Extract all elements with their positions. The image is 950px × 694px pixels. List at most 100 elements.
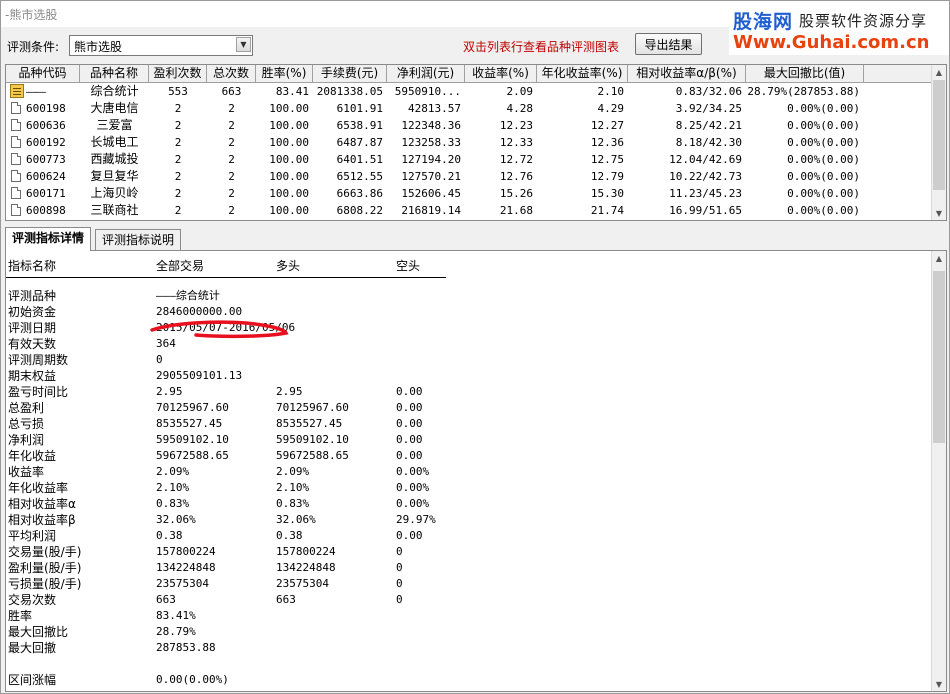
scrollbar-thumb[interactable] [933,271,945,443]
detail-header-short: 空头 [396,259,421,273]
table-row[interactable]: 600171 上海贝岭 2 2 100.00 6663.86 152606.45 15.26 1… [6,185,932,202]
cell-alpha-beta: 16.99/51.65 [669,204,742,217]
metric-all: 364 [156,337,176,350]
cell-annual: 12.27 [590,119,624,132]
scroll-down-icon[interactable]: ▼ [932,206,946,220]
cell-return: 12.23 [499,119,533,132]
condition-label: 评测条件: [7,40,60,54]
cell-profit: 152606.45 [401,187,461,200]
column-header-total[interactable]: 总次数 [207,65,256,82]
cell-drawdown: 0.00%(0.00) [787,136,860,149]
column-header-fee[interactable]: 手续费(元) [313,65,387,82]
metric-name: 净利润 [8,433,45,447]
cell-code: 600898 [26,204,66,217]
cell-fee: 6663.86 [336,187,383,200]
column-header-annual[interactable]: 年化收益率(%) [537,65,628,82]
metric-long: 0.38 [276,529,303,542]
cell-annual: 2.10 [597,85,625,98]
cell-win-count: 2 [174,204,182,217]
cell-win-count: 2 [174,136,182,149]
toolbar: 评测条件: 熊市选股 ▼ 双击列表行查看品种评测图表 导出结果 [1,31,949,59]
cell-return: 15.26 [499,187,533,200]
column-header-code[interactable]: 品种代码 [6,65,80,82]
detail-scrollbar[interactable]: ▲ ▼ [931,251,946,691]
cell-total: 2 [228,119,235,132]
metric-short: 0.00 [396,433,423,446]
cell-annual: 12.79 [590,170,624,183]
metric-all: 157800224 [156,545,216,558]
brand-slogan: 股票软件资源分享 [799,12,928,30]
metric-all: 59509102.10 [156,433,229,446]
metric-long: 2.95 [276,385,303,398]
cell-alpha-beta: 12.04/42.69 [669,153,742,166]
table-row[interactable]: 600192 长城电工 2 2 100.00 6487.87 123258.33 12.33 1… [6,134,932,151]
cell-win-rate: 100.00 [269,170,309,183]
table-row[interactable]: ——— 综合统计 553 663 83.41 2081338.05 5950910... 2.… [6,83,932,100]
metric-name: 评测品种 [8,289,57,303]
cell-profit: 122348.36 [401,119,461,132]
metric-all: 0.00(0.00%) [156,673,229,686]
metric-all: ———综合统计 [156,289,220,302]
metric-long: 0.83% [276,497,310,510]
cell-code: 600636 [26,119,66,132]
cell-drawdown: 0.00%(0.00) [787,170,860,183]
cell-name: 综合统计 [90,84,139,98]
metric-short: 0.00 [396,529,423,542]
tab-metric-description[interactable]: 评测指标说明 [95,229,182,250]
cell-annual: 15.30 [590,187,624,200]
table-row[interactable]: 600636 三爱富 2 2 100.00 6538.91 122348.36 12.23 12… [6,117,932,134]
metric-name: 最大回撤 [8,641,57,655]
tab-metric-details[interactable]: 评测指标详情 [5,227,92,251]
column-header-return[interactable]: 收益率(%) [465,65,537,82]
cell-annual: 12.36 [590,136,624,149]
app-window: -熊市选股 股海网 股票软件资源分享 Www.Guhai.com.cn 评测条件… [0,0,950,694]
cell-drawdown: 28.79%(287853.88) [747,85,860,98]
column-header-win-count[interactable]: 盈利次数 [149,65,207,82]
cell-total: 2 [228,153,235,166]
scroll-up-icon[interactable]: ▲ [932,65,946,79]
cell-return: 2.09 [506,85,534,98]
table-row[interactable]: 600773 西藏城投 2 2 100.00 6401.51 127194.20 12.72 1… [6,151,932,168]
column-header-profit[interactable]: 净利润(元) [387,65,465,82]
metric-name: 平均利润 [8,529,57,543]
metric-name: 相对收益率β [8,513,76,527]
column-header-alpha-beta[interactable]: 相对收益率α/β(%) [628,65,746,82]
condition-select[interactable]: 熊市选股 ▼ [69,35,253,56]
results-table: 品种代码 品种名称 盈利次数 总次数 胜率(%) 手续费(元) 净利润(元) 收益率(%) 年化… [5,64,947,221]
column-header-win-rate[interactable]: 胜率(%) [256,65,313,82]
table-row[interactable]: 600198 大唐电信 2 2 100.00 6101.91 42813.57 4.28 4.2… [6,100,932,117]
metric-name: 盈亏时间比 [8,385,69,399]
table-scrollbar[interactable]: ▲ ▼ [931,65,946,220]
scroll-up-icon[interactable]: ▲ [932,251,946,265]
cell-win-rate: 100.00 [269,136,309,149]
cell-win-rate: 100.00 [269,204,309,217]
cell-total: 663 [221,85,242,98]
metric-all: 59672588.65 [156,449,229,462]
table-row[interactable]: 600898 三联商社 2 2 100.00 6808.22 216819.14 21.68 2… [6,202,932,219]
cell-alpha-beta: 11.23/45.23 [669,187,742,200]
metric-long: 157800224 [276,545,336,558]
cell-return: 12.72 [499,153,533,166]
cell-fee: 6538.91 [336,119,383,132]
metric-short: 0 [396,561,403,574]
export-results-button[interactable]: 导出结果 [635,33,702,55]
cell-code: 600624 [26,170,66,183]
metric-short: 0.00 [396,385,423,398]
chevron-down-icon[interactable]: ▼ [236,37,251,52]
metric-name: 初始资金 [8,305,57,319]
metric-long: 32.06% [276,513,316,526]
cell-name: 复旦复华 [90,169,139,183]
cell-code: 600192 [26,136,66,149]
column-header-drawdown[interactable]: 最大回撤比(值) [746,65,864,82]
cell-win-rate: 100.00 [269,102,309,115]
scrollbar-thumb[interactable] [933,80,945,190]
metric-name: 期末权益 [8,369,57,383]
brand-name: 股海网 [733,11,794,33]
table-row[interactable]: 600624 复旦复华 2 2 100.00 6512.55 127570.21 12.76 1… [6,168,932,185]
scroll-down-icon[interactable]: ▼ [932,677,946,691]
column-header-name[interactable]: 品种名称 [80,65,149,82]
cell-win-rate: 100.00 [269,153,309,166]
metric-long: 663 [276,593,296,606]
cell-win-count: 553 [168,85,188,98]
metric-all: 28.79% [156,625,196,638]
